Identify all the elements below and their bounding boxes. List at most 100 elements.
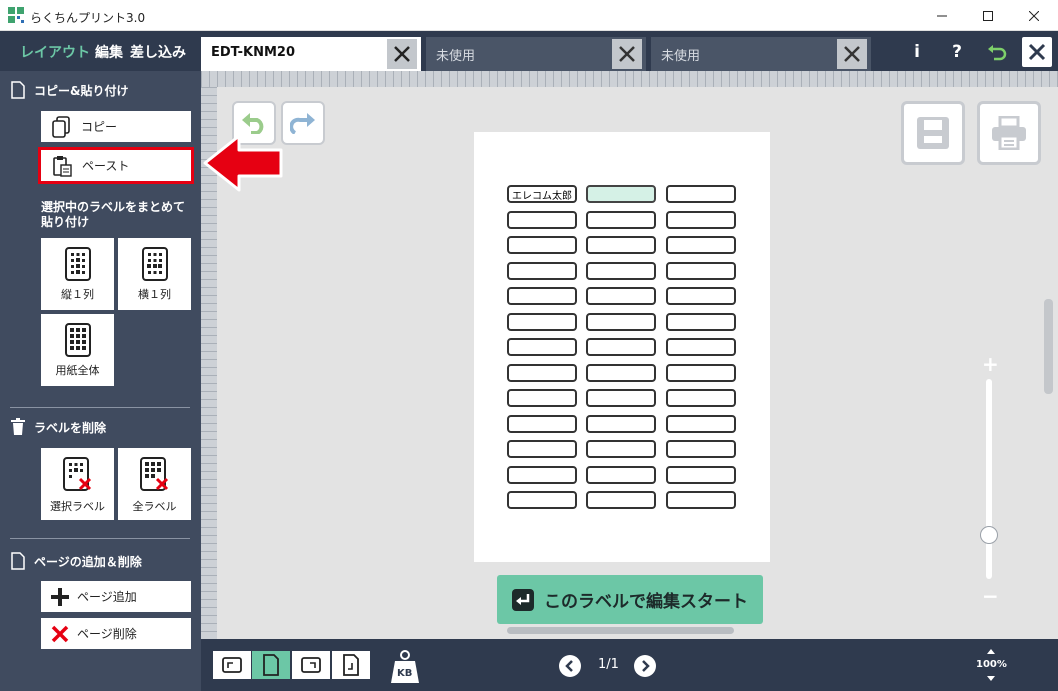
tab-unused-1[interactable]: 未使用: [426, 37, 646, 71]
label-cell[interactable]: [586, 262, 656, 280]
maximize-button[interactable]: [965, 0, 1011, 31]
help-icon: ?: [952, 42, 962, 62]
label-cell-selected[interactable]: [586, 185, 656, 203]
orientation-portrait-button[interactable]: [252, 651, 290, 679]
button-label: 縦１列: [61, 288, 94, 301]
label-cell[interactable]: [507, 440, 577, 458]
printer-icon: [992, 116, 1026, 150]
button-label: 横１列: [138, 288, 171, 301]
add-page-button[interactable]: ページ追加: [41, 581, 191, 612]
delete-all-button[interactable]: 全ラベル: [118, 448, 191, 520]
label-cell[interactable]: [507, 287, 577, 305]
tab-edt-knm20[interactable]: EDT-KNM20: [201, 37, 421, 71]
prev-page-button[interactable]: [559, 655, 581, 677]
sheet-row-icon: [141, 247, 168, 281]
label-cell[interactable]: [507, 262, 577, 280]
orientation-flip-button[interactable]: [332, 651, 370, 679]
tab-close-button[interactable]: [612, 39, 642, 69]
zoom-slider-thumb[interactable]: [980, 526, 998, 544]
button-label: 全ラベル: [132, 500, 177, 513]
label-cell[interactable]: [666, 185, 736, 203]
mode-edit[interactable]: 編集: [95, 42, 123, 62]
kb-label: KB: [397, 668, 413, 679]
tab-close-button[interactable]: [387, 39, 417, 69]
copy-button[interactable]: コピー: [41, 111, 191, 142]
paste-button[interactable]: ペースト: [38, 147, 194, 184]
label-cell[interactable]: [666, 440, 736, 458]
label-cell[interactable]: [586, 236, 656, 254]
page-indicator: 1/1: [598, 657, 619, 672]
label-cell[interactable]: [507, 364, 577, 382]
horizontal-scrollbar[interactable]: [507, 627, 734, 634]
label-cell[interactable]: [586, 211, 656, 229]
label-cell[interactable]: [666, 415, 736, 433]
orientation-rotate-right-button[interactable]: [292, 651, 330, 679]
redo-button[interactable]: [281, 101, 325, 145]
label-cell[interactable]: [586, 440, 656, 458]
start-editing-button[interactable]: このラベルで編集スタート: [497, 575, 763, 624]
exit-button[interactable]: [1022, 37, 1052, 67]
copy-label: コピー: [81, 120, 118, 134]
label-cell[interactable]: [507, 466, 577, 484]
label-cell[interactable]: [507, 415, 577, 433]
next-page-button[interactable]: [634, 655, 656, 677]
label-cell[interactable]: [666, 338, 736, 356]
label-cell[interactable]: [666, 262, 736, 280]
mode-layout[interactable]: レイアウト: [20, 42, 90, 62]
chevron-left-icon: [565, 660, 573, 672]
zoom-slider[interactable]: [986, 379, 992, 579]
divider: [10, 538, 190, 539]
back-button[interactable]: [982, 37, 1012, 67]
label-cell[interactable]: [586, 313, 656, 331]
label-cell[interactable]: [586, 389, 656, 407]
mode-merge[interactable]: 差し込み: [130, 42, 186, 62]
delete-all-labels-icon: [139, 457, 168, 491]
orientation-rotate-left-button[interactable]: [213, 651, 251, 679]
label-cell[interactable]: [586, 415, 656, 433]
kb-weight-button[interactable]: KB: [390, 649, 420, 685]
paste-icon: [53, 155, 72, 177]
label-cell[interactable]: [507, 491, 577, 509]
label-cell[interactable]: [666, 466, 736, 484]
close-button[interactable]: [1011, 0, 1057, 31]
info-button[interactable]: i: [902, 37, 932, 67]
tab-label: EDT-KNM20: [211, 45, 296, 60]
vertical-scrollbar[interactable]: [1044, 299, 1053, 394]
label-cell[interactable]: [586, 338, 656, 356]
label-cell[interactable]: [507, 211, 577, 229]
help-button[interactable]: ?: [942, 37, 972, 67]
label-cell[interactable]: [666, 389, 736, 407]
label-cell[interactable]: [666, 287, 736, 305]
label-cell[interactable]: [586, 364, 656, 382]
label-cell[interactable]: [507, 389, 577, 407]
paste-vertical-button[interactable]: 縦１列: [41, 238, 114, 310]
tab-close-button[interactable]: [837, 39, 867, 69]
zoom-level-control[interactable]: 100%: [971, 647, 1011, 685]
remove-page-button[interactable]: ページ削除: [41, 618, 191, 649]
page-icon: [11, 552, 25, 570]
paste-horizontal-button[interactable]: 横１列: [118, 238, 191, 310]
label-cell[interactable]: [666, 364, 736, 382]
label-cell[interactable]: [586, 491, 656, 509]
label-cell[interactable]: [666, 491, 736, 509]
label-cell[interactable]: [507, 236, 577, 254]
rotate-left-icon: [222, 657, 242, 673]
tab-unused-2[interactable]: 未使用: [651, 37, 871, 71]
save-button[interactable]: [901, 101, 965, 165]
label-cell[interactable]: [586, 287, 656, 305]
zoom-in-button[interactable]: +: [982, 352, 999, 376]
label-cell[interactable]: [507, 338, 577, 356]
start-editing-label: このラベルで編集スタート: [544, 592, 748, 612]
label-cell-filled[interactable]: エレコム太郎: [507, 185, 577, 203]
bulk-paste-description: 選択中のラベルをまとめて貼り付け: [41, 200, 186, 229]
delete-selected-button[interactable]: 選択ラベル: [41, 448, 114, 520]
label-cell[interactable]: [507, 313, 577, 331]
label-cell[interactable]: [666, 211, 736, 229]
zoom-out-button[interactable]: −: [982, 584, 999, 608]
label-cell[interactable]: [586, 466, 656, 484]
print-button[interactable]: [977, 101, 1041, 165]
minimize-button[interactable]: [919, 0, 965, 31]
label-cell[interactable]: [666, 313, 736, 331]
label-cell[interactable]: [666, 236, 736, 254]
paste-whole-sheet-button[interactable]: 用紙全体: [41, 314, 114, 386]
